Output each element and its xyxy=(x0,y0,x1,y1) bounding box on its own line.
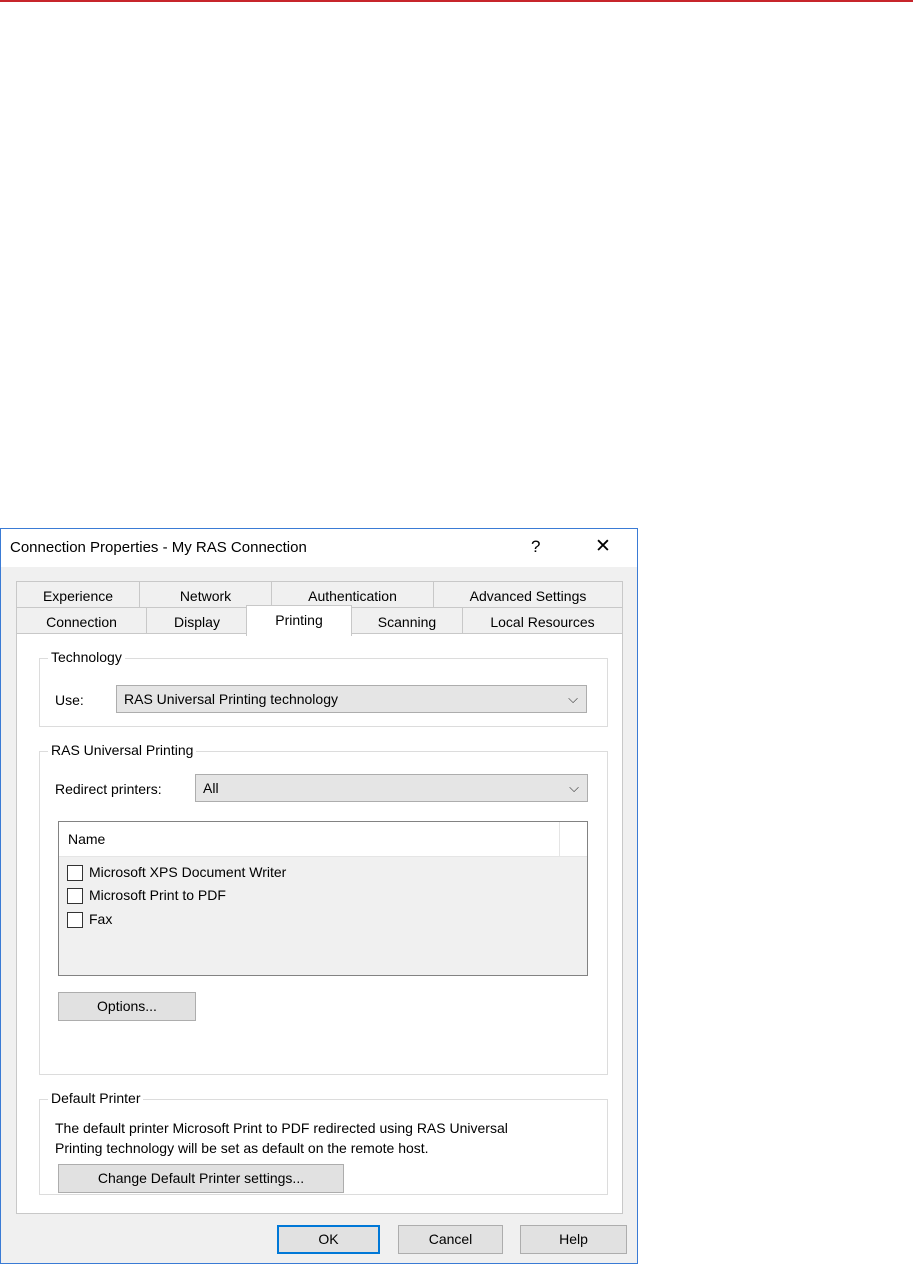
use-label: Use: xyxy=(55,692,84,708)
printers-list[interactable]: Name Microsoft XPS Document Writer Micro… xyxy=(58,821,588,976)
list-header: Name xyxy=(59,822,587,857)
tab-printing[interactable]: Printing xyxy=(246,605,352,636)
cancel-button[interactable]: Cancel xyxy=(398,1225,503,1254)
printer-name: Microsoft XPS Document Writer xyxy=(89,864,287,880)
connection-properties-dialog: Connection Properties - My RAS Connectio… xyxy=(0,528,638,1264)
technology-select[interactable]: RAS Universal Printing technology ⌵ xyxy=(116,685,587,713)
printing-tab-panel: Technology Use: RAS Universal Printing t… xyxy=(16,633,623,1214)
help-icon[interactable]: ? xyxy=(531,537,540,557)
redirect-printers-label: Redirect printers: xyxy=(55,781,162,797)
column-header-name[interactable]: Name xyxy=(68,831,105,847)
default-printer-text-line2: Printing technology will be set as defau… xyxy=(55,1140,429,1156)
checkbox[interactable] xyxy=(67,865,83,882)
options-button[interactable]: Options... xyxy=(58,992,196,1021)
tab-experience[interactable]: Experience xyxy=(16,581,140,609)
default-printer-group: Default Printer The default printer Micr… xyxy=(39,1090,608,1195)
printer-name: Fax xyxy=(89,911,113,927)
tab-local-resources[interactable]: Local Resources xyxy=(462,607,623,635)
dialog-title: Connection Properties - My RAS Connectio… xyxy=(10,539,307,556)
technology-group: Technology Use: RAS Universal Printing t… xyxy=(39,649,608,727)
list-item[interactable]: Microsoft XPS Document Writer xyxy=(67,861,286,883)
tab-scanning[interactable]: Scanning xyxy=(351,607,463,635)
printer-name: Microsoft Print to PDF xyxy=(89,887,226,903)
redirect-printers-select[interactable]: All ⌵ xyxy=(195,774,588,802)
chevron-down-icon: ⌵ xyxy=(569,780,579,795)
technology-select-value: RAS Universal Printing technology xyxy=(124,691,338,707)
universal-printing-legend: RAS Universal Printing xyxy=(48,742,197,758)
help-button[interactable]: Help xyxy=(520,1225,627,1254)
checkbox[interactable] xyxy=(67,912,83,929)
column-separator xyxy=(559,822,560,857)
change-default-printer-button[interactable]: Change Default Printer settings... xyxy=(58,1164,344,1193)
list-item[interactable]: Microsoft Print to PDF xyxy=(67,884,226,906)
universal-printing-group: RAS Universal Printing Redirect printers… xyxy=(39,742,608,1075)
tab-connection[interactable]: Connection xyxy=(16,607,147,635)
checkbox[interactable] xyxy=(67,888,83,905)
ok-button[interactable]: OK xyxy=(277,1225,380,1254)
tab-advanced-settings[interactable]: Advanced Settings xyxy=(433,581,623,609)
default-printer-text-line1: The default printer Microsoft Print to P… xyxy=(55,1120,508,1136)
close-icon[interactable]: ✕ xyxy=(595,535,611,558)
top-accent-line xyxy=(0,0,913,2)
tab-display[interactable]: Display xyxy=(146,607,248,635)
title-bar: Connection Properties - My RAS Connectio… xyxy=(1,529,637,567)
list-item[interactable]: Fax xyxy=(67,908,112,930)
chevron-down-icon: ⌵ xyxy=(568,691,578,706)
redirect-printers-value: All xyxy=(203,780,219,796)
technology-legend: Technology xyxy=(48,649,125,665)
default-printer-legend: Default Printer xyxy=(48,1090,144,1106)
